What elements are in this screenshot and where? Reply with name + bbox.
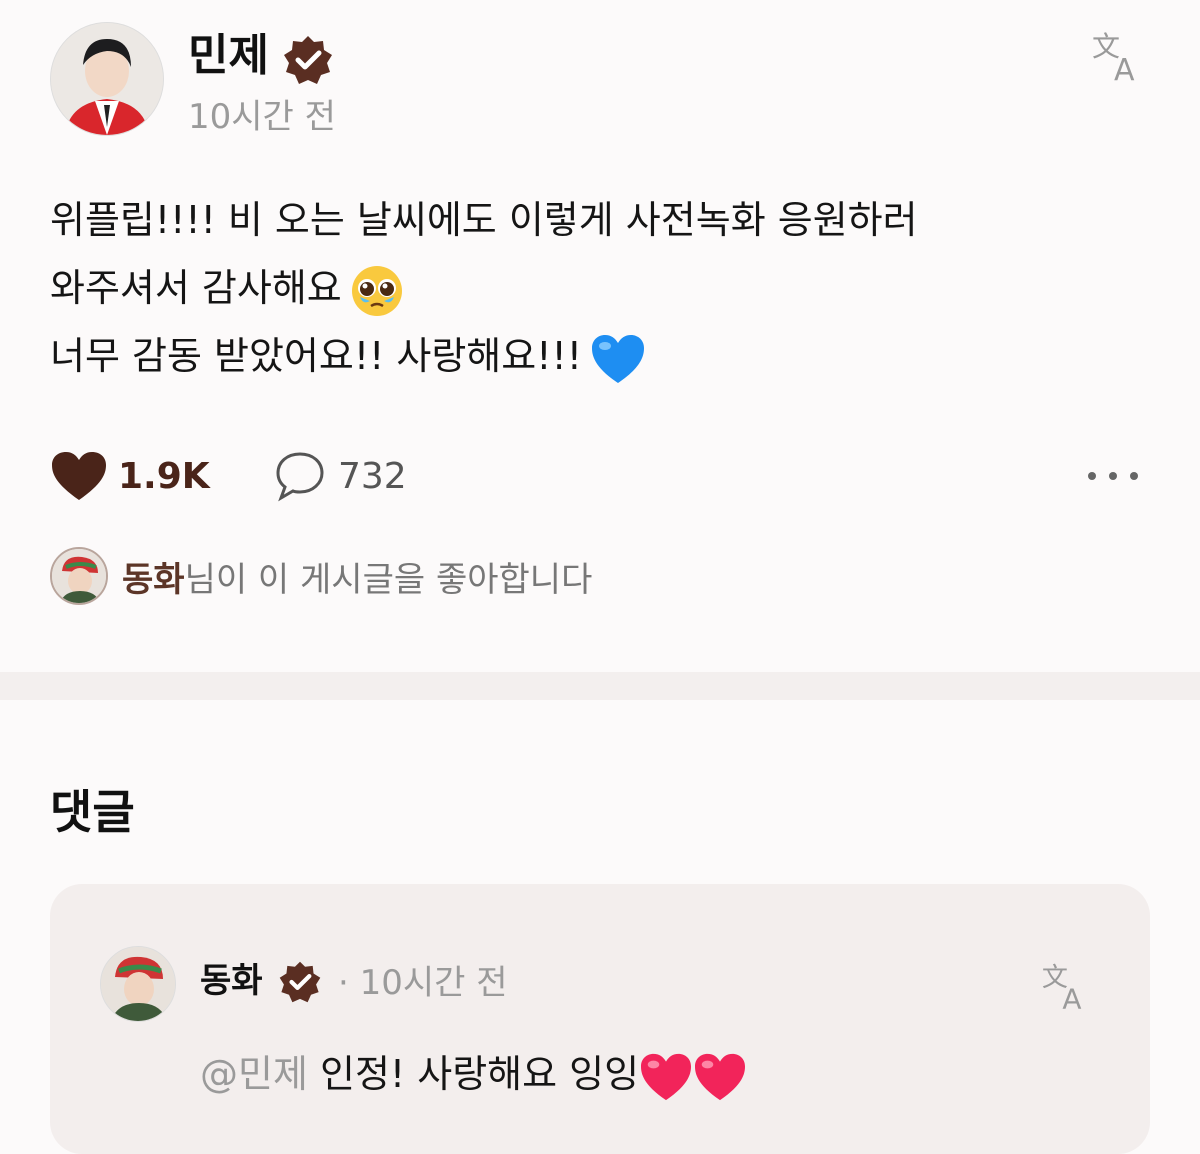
liked-by-row[interactable]: 동화님이 이 게시글을 좋아합니다 xyxy=(50,546,592,606)
comment-author-name[interactable]: 동화 xyxy=(200,958,263,1004)
translate-icon[interactable]: 文 A xyxy=(1040,958,1094,1012)
liker-name[interactable]: 동화 xyxy=(122,560,185,600)
blue-heart-emoji xyxy=(591,334,644,383)
pleading-face-emoji xyxy=(351,265,402,316)
liked-by-text: 동화님이 이 게시글을 좋아합니다 xyxy=(122,552,592,601)
comment-card: 동화 · 10시간 전 文 A @민제 인정! 사랑해요 잉잉 xyxy=(50,884,1150,1154)
more-icon[interactable] xyxy=(1084,458,1142,494)
post-line-3-wrap: 너무 감동 받았어요!! 사랑해요!!! xyxy=(50,322,1130,390)
svg-text:A: A xyxy=(1114,53,1135,84)
post: 민제 10시간 전 文 A 위플립!!!! 비 오는 날씨에도 이렇게 사전녹화… xyxy=(0,0,1200,672)
post-time: 10시간 전 xyxy=(188,97,336,137)
post-line-2: 와주셔서 감사해요 xyxy=(50,266,342,310)
post-body: 위플립!!!! 비 오는 날씨에도 이렇게 사전녹화 응원하러 와주셔서 감사해… xyxy=(50,186,1130,390)
verified-badge-icon xyxy=(284,36,332,84)
like-button[interactable]: 1.9K xyxy=(50,448,210,504)
comment-button[interactable]: 732 xyxy=(274,448,407,504)
comment-time: · 10시간 전 xyxy=(338,963,508,1003)
pink-heart-emoji xyxy=(695,1053,746,1100)
post-line-2-wrap: 와주셔서 감사해요 xyxy=(50,254,1130,322)
svg-text:A: A xyxy=(1062,982,1081,1012)
verified-badge-icon xyxy=(279,961,321,1003)
comment-text: 인정! 사랑해요 잉잉 xyxy=(307,1052,640,1096)
liked-by-suffix: 님이 이 게시글을 좋아합니다 xyxy=(184,559,593,600)
section-divider xyxy=(0,672,1200,700)
comment-bubble-icon xyxy=(276,452,324,502)
post-line-1: 위플립!!!! 비 오는 날씨에도 이렇게 사전녹화 응원하러 xyxy=(50,198,918,242)
comment-mention[interactable]: @민제 xyxy=(200,1052,308,1096)
heart-icon xyxy=(52,452,106,500)
comment-count: 732 xyxy=(338,455,407,497)
pink-heart-emoji xyxy=(641,1053,692,1100)
comments-title: 댓글 xyxy=(50,785,135,839)
comment-author-avatar[interactable] xyxy=(100,946,176,1022)
post-line-3: 너무 감동 받았어요!! 사랑해요!!! xyxy=(50,334,582,378)
author-avatar[interactable] xyxy=(50,22,164,136)
liker-avatar xyxy=(50,547,108,605)
translate-icon[interactable]: 文 A xyxy=(1090,26,1148,84)
comment-body: @민제 인정! 사랑해요 잉잉 xyxy=(200,1046,747,1102)
like-count: 1.9K xyxy=(118,455,210,497)
author-name[interactable]: 민제 xyxy=(188,28,269,84)
